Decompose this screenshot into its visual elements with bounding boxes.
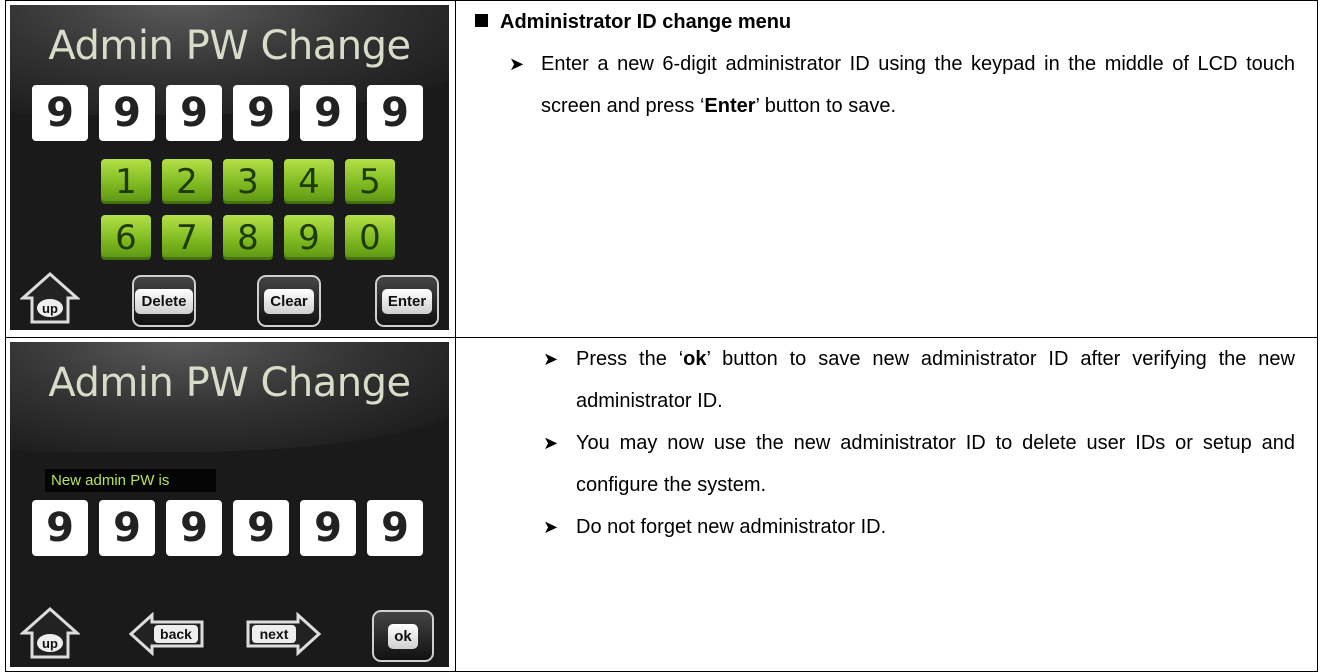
screenshot-cell: Admin PW Change New admin PW is 9 9 9 9 …: [5, 337, 456, 672]
digit-box: 9: [233, 500, 289, 556]
screenshot-cell: Admin PW Change 9 9 9 9 9 9 1 2 3 4 5 6 …: [5, 0, 456, 338]
digit-box: 9: [300, 85, 356, 141]
table-row: Admin PW Change 9 9 9 9 9 9 1 2 3 4 5 6 …: [5, 0, 1318, 338]
key-6[interactable]: 6: [101, 215, 151, 260]
bullet-item: ➤ Press the ‘ok’ button to save new admi…: [456, 338, 1317, 422]
keypad-row-2: 6 7 8 9 0: [101, 215, 395, 260]
left-arrow-icon: back: [128, 611, 204, 657]
digit-box: 9: [32, 500, 88, 556]
arrowhead-bullet-icon: ➤: [543, 517, 559, 537]
manual-table: Admin PW Change 9 9 9 9 9 9 1 2 3 4 5 6 …: [5, 0, 1318, 672]
back-button[interactable]: back: [128, 611, 206, 657]
bullet-item: ➤ Enter a new 6-digit administrator ID u…: [456, 43, 1317, 127]
digit-box: 9: [166, 85, 222, 141]
key-9[interactable]: 9: [284, 215, 334, 260]
digit-display: 9 9 9 9 9 9: [32, 85, 423, 141]
digit-box: 9: [99, 500, 155, 556]
table-row: Admin PW Change New admin PW is 9 9 9 9 …: [5, 337, 1318, 672]
key-5[interactable]: 5: [345, 159, 395, 204]
svg-text:back: back: [160, 626, 192, 642]
section-heading: Administrator ID change menu: [456, 1, 1317, 43]
home-arrow-icon: up: [19, 606, 81, 659]
key-2[interactable]: 2: [162, 159, 212, 204]
up-button[interactable]: up: [19, 606, 81, 660]
bullet-item: ➤ Do not forget new administrator ID.: [456, 506, 1317, 548]
digit-box: 9: [233, 85, 289, 141]
lcd-screen-keypad: Admin PW Change 9 9 9 9 9 9 1 2 3 4 5 6 …: [10, 5, 449, 330]
clear-button[interactable]: Clear: [257, 275, 321, 327]
svg-text:up: up: [42, 636, 58, 651]
square-bullet-icon: [475, 14, 488, 27]
digit-box: 9: [367, 500, 423, 556]
digit-display: 9 9 9 9 9 9: [32, 500, 423, 556]
key-8[interactable]: 8: [223, 215, 273, 260]
svg-text:next: next: [260, 626, 289, 642]
new-pw-banner: New admin PW is: [45, 469, 216, 492]
ok-button[interactable]: ok: [372, 610, 434, 662]
digit-box: 9: [300, 500, 356, 556]
arrowhead-bullet-icon: ➤: [543, 433, 559, 453]
key-3[interactable]: 3: [223, 159, 273, 204]
digit-box: 9: [367, 85, 423, 141]
enter-button[interactable]: Enter: [375, 275, 439, 327]
keypad-row-1: 1 2 3 4 5: [101, 159, 395, 204]
key-1[interactable]: 1: [101, 159, 151, 204]
next-button[interactable]: next: [244, 611, 322, 657]
arrowhead-bullet-icon: ➤: [543, 349, 559, 369]
bullet-item: ➤ You may now use the new administrator …: [456, 422, 1317, 506]
right-arrow-icon: next: [246, 611, 322, 657]
arrowhead-bullet-icon: ➤: [509, 54, 525, 74]
delete-button[interactable]: Delete: [132, 275, 196, 327]
button-row: up back next ok: [10, 606, 449, 662]
key-0[interactable]: 0: [345, 215, 395, 260]
button-row: up Delete Clear Enter: [10, 271, 449, 327]
svg-text:up: up: [42, 301, 58, 316]
key-4[interactable]: 4: [284, 159, 334, 204]
digit-box: 9: [32, 85, 88, 141]
lcd-screen-confirm: Admin PW Change New admin PW is 9 9 9 9 …: [10, 342, 449, 667]
screen-title: Admin PW Change: [48, 360, 411, 406]
key-7[interactable]: 7: [162, 215, 212, 260]
description-cell: Administrator ID change menu ➤ Enter a n…: [455, 0, 1318, 338]
home-arrow-icon: up: [19, 271, 81, 324]
digit-box: 9: [166, 500, 222, 556]
description-cell: ➤ Press the ‘ok’ button to save new admi…: [455, 337, 1318, 672]
screen-title: Admin PW Change: [48, 23, 411, 69]
digit-box: 9: [99, 85, 155, 141]
up-button[interactable]: up: [19, 271, 81, 325]
